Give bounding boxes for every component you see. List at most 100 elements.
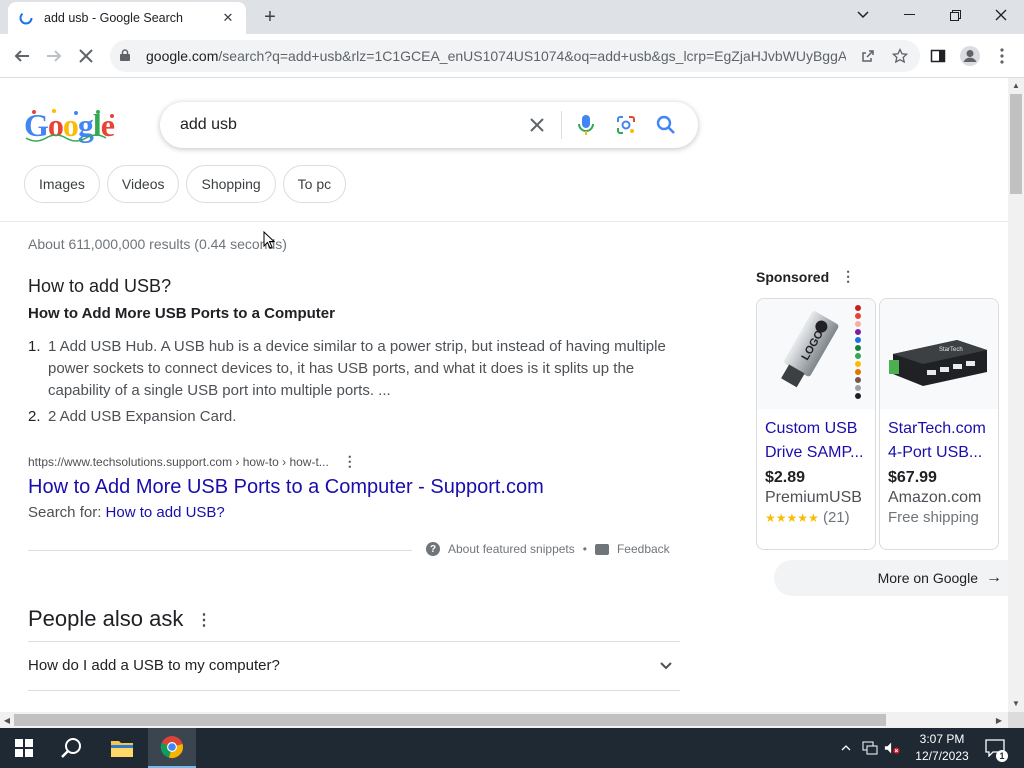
product-price: $67.99 <box>888 469 937 486</box>
product-card[interactable]: StarTech StarTech.com 4-Port USB... $67.… <box>879 298 999 550</box>
search-submit-icon[interactable] <box>646 105 686 145</box>
usb-hub-image[interactable]: StarTech <box>880 299 998 409</box>
people-also-ask-title: People also ask <box>28 606 184 631</box>
chrome-taskbar-icon[interactable] <box>148 728 196 768</box>
windows-start-icon[interactable] <box>0 728 48 768</box>
search-filter-chips: Images Videos Shopping To pc <box>24 165 347 203</box>
windows-taskbar: 3:07 PM 12/7/2023 1 <box>0 728 1024 768</box>
bookmark-star-icon[interactable] <box>890 46 910 66</box>
product-card[interactable]: LOGO Custom USB Drive SAMP... $2.89 Prem… <box>756 298 876 550</box>
stop-loading-button[interactable] <box>72 42 100 70</box>
chip-videos[interactable]: Videos <box>106 165 180 203</box>
tab-search-icon[interactable] <box>840 0 886 30</box>
search-for-line: Search for: How to add USB? <box>28 504 225 521</box>
address-bar[interactable]: google.com/search?q=add+usb&rlz=1C1GCEA_… <box>110 40 920 72</box>
result-title-link[interactable]: How to Add More USB Ports to a Computer … <box>28 476 544 499</box>
arrow-right-icon: → <box>986 569 1002 586</box>
restore-button[interactable] <box>932 0 978 30</box>
sponsored-more-options-icon[interactable]: ⋮ <box>841 268 855 285</box>
side-panel-icon[interactable] <box>926 44 950 68</box>
sponsored-header: Sponsored ⋮ <box>756 268 855 285</box>
product-name[interactable]: Custom USB Drive SAMP... <box>757 409 875 465</box>
paa-divider <box>28 690 680 691</box>
clear-search-icon[interactable] <box>517 105 557 145</box>
back-button[interactable] <box>8 42 36 70</box>
show-hidden-icons-icon[interactable] <box>838 740 854 756</box>
product-store: Amazon.com <box>888 489 982 506</box>
browser-toolbar: google.com/search?q=add+usb&rlz=1C1GCEA_… <box>0 34 1024 78</box>
usb-drive-image[interactable]: LOGO <box>757 299 875 409</box>
google-logo[interactable]: Google <box>24 107 118 144</box>
tab-strip: add usb - Google Search ✕ + <box>0 0 1024 34</box>
search-box[interactable]: add usb <box>160 102 698 148</box>
result-more-options-icon[interactable]: ⋮ <box>343 453 357 470</box>
scrollbar-corner <box>1008 712 1024 728</box>
clock-date: 12/7/2023 <box>915 749 969 763</box>
list-item: 1. 1 Add USB Hub. A USB hub is a device … <box>28 338 666 399</box>
header-divider <box>0 221 1008 222</box>
scroll-left-arrow-icon[interactable]: ◀ <box>0 712 14 728</box>
tab-title: add usb - Google Search <box>44 11 183 25</box>
sponsored-label: Sponsored <box>756 268 830 285</box>
search-results-page: Google add usb Images Videos Shopping To… <box>0 78 1008 712</box>
tab-close-icon[interactable]: ✕ <box>220 10 236 26</box>
scroll-down-arrow-icon[interactable]: ▼ <box>1008 696 1024 710</box>
chrome-menu-icon[interactable] <box>990 44 1014 68</box>
paa-divider <box>28 641 680 642</box>
featured-snippet-heading: How to Add More USB Ports to a Computer <box>28 305 335 322</box>
vertical-scroll-thumb[interactable] <box>1010 94 1022 194</box>
horizontal-scrollbar[interactable]: ◀ ▶ <box>0 712 1008 728</box>
close-window-button[interactable] <box>978 0 1024 30</box>
chip-shopping[interactable]: Shopping <box>186 165 276 203</box>
list-item: 2. 2 Add USB Expansion Card. <box>28 408 237 425</box>
snippet-divider <box>28 550 412 551</box>
horizontal-scroll-thumb[interactable] <box>14 714 886 726</box>
feedback-link[interactable]: Feedback <box>617 542 670 556</box>
result-url[interactable]: https://www.techsolutions.support.com › … <box>28 455 329 469</box>
vertical-scrollbar[interactable]: ▲ ▼ <box>1008 78 1024 712</box>
forward-button[interactable] <box>40 42 68 70</box>
about-featured-snippets-link[interactable]: About featured snippets <box>448 542 575 556</box>
profile-avatar-icon[interactable] <box>958 44 982 68</box>
share-icon[interactable] <box>858 46 878 66</box>
search-input[interactable]: add usb <box>180 116 517 134</box>
new-tab-button[interactable]: + <box>258 5 282 29</box>
scroll-right-arrow-icon[interactable]: ▶ <box>992 712 1006 728</box>
search-divider <box>561 111 562 139</box>
product-store: PremiumUSB <box>765 489 862 506</box>
snippet-footer: ? About featured snippets • Feedback <box>426 542 670 556</box>
clock-time: 3:07 PM <box>919 732 965 746</box>
mouse-cursor-icon <box>263 230 276 249</box>
paa-question[interactable]: How do I add a USB to my computer? <box>28 657 280 674</box>
lock-icon[interactable] <box>120 48 134 64</box>
chip-images[interactable]: Images <box>24 165 100 203</box>
result-cite: https://www.techsolutions.support.com › … <box>28 453 357 470</box>
browser-tab[interactable]: add usb - Google Search ✕ <box>8 2 246 34</box>
url-text[interactable]: google.com/search?q=add+usb&rlz=1C1GCEA_… <box>146 48 846 64</box>
lens-search-icon[interactable] <box>606 105 646 145</box>
feedback-icon <box>594 543 609 555</box>
network-icon[interactable] <box>862 740 878 756</box>
result-stats: About 611,000,000 results (0.44 seconds) <box>28 236 287 252</box>
file-explorer-icon[interactable] <box>98 728 146 768</box>
svg-text:StarTech: StarTech <box>939 347 963 353</box>
volume-muted-icon[interactable] <box>884 740 900 756</box>
product-name[interactable]: StarTech.com 4-Port USB... <box>880 409 998 465</box>
product-shipping: Free shipping <box>888 509 979 526</box>
help-icon: ? <box>426 542 440 556</box>
taskbar-clock[interactable]: 3:07 PM 12/7/2023 <box>914 731 970 765</box>
chevron-down-icon[interactable] <box>660 657 672 673</box>
featured-snippet-question: How to add USB? <box>28 276 172 296</box>
minimize-button[interactable] <box>886 0 932 30</box>
product-price: $2.89 <box>765 469 806 486</box>
notification-count-badge: 1 <box>996 750 1008 762</box>
search-for-link[interactable]: How to add USB? <box>106 504 225 521</box>
voice-search-icon[interactable] <box>566 105 606 145</box>
chip-to-pc[interactable]: To pc <box>282 165 347 203</box>
scroll-up-arrow-icon[interactable]: ▲ <box>1008 78 1024 92</box>
loading-icon <box>18 10 34 26</box>
more-on-google-button[interactable]: More on Google → <box>774 560 1008 596</box>
paa-more-options-icon[interactable]: ⋮ <box>196 610 212 630</box>
taskbar-search-icon[interactable] <box>48 728 96 768</box>
svg-text:Google: Google <box>24 108 115 143</box>
